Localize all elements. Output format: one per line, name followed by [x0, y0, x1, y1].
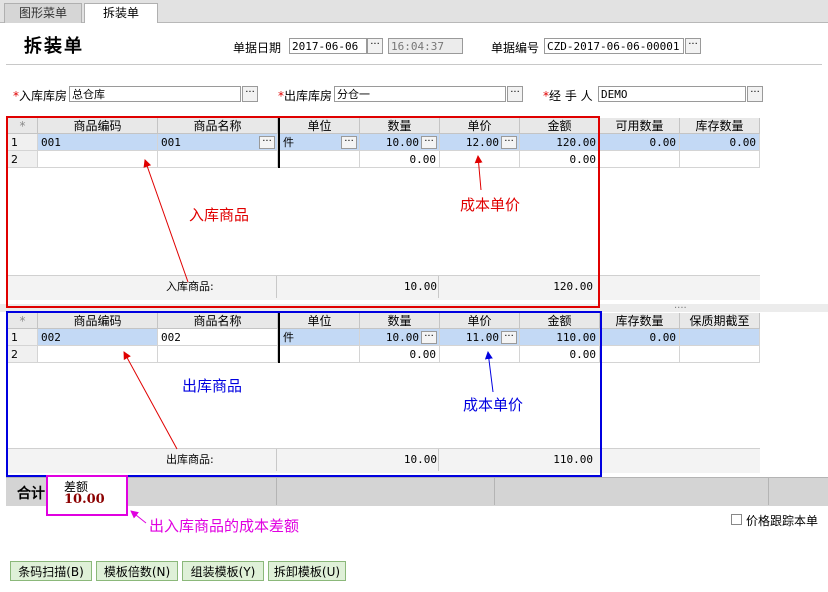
annotation-in-goods: 入库商品 — [189, 206, 250, 224]
annotation-out-cost: 成本单价 — [463, 396, 524, 414]
annotation-diff: 出入库商品的成本差额 — [149, 517, 300, 535]
annotation-out-goods: 出库商品 — [182, 377, 243, 395]
arrow-out-goods — [123, 351, 178, 450]
annotation-in-cost: 成本单价 — [460, 196, 521, 214]
arrow-out-cost — [484, 351, 494, 393]
annotation-arrows — [123, 155, 494, 524]
arrow-in-cost — [474, 155, 483, 191]
arrow-diff — [130, 510, 147, 524]
arrow-in-goods — [143, 159, 189, 283]
